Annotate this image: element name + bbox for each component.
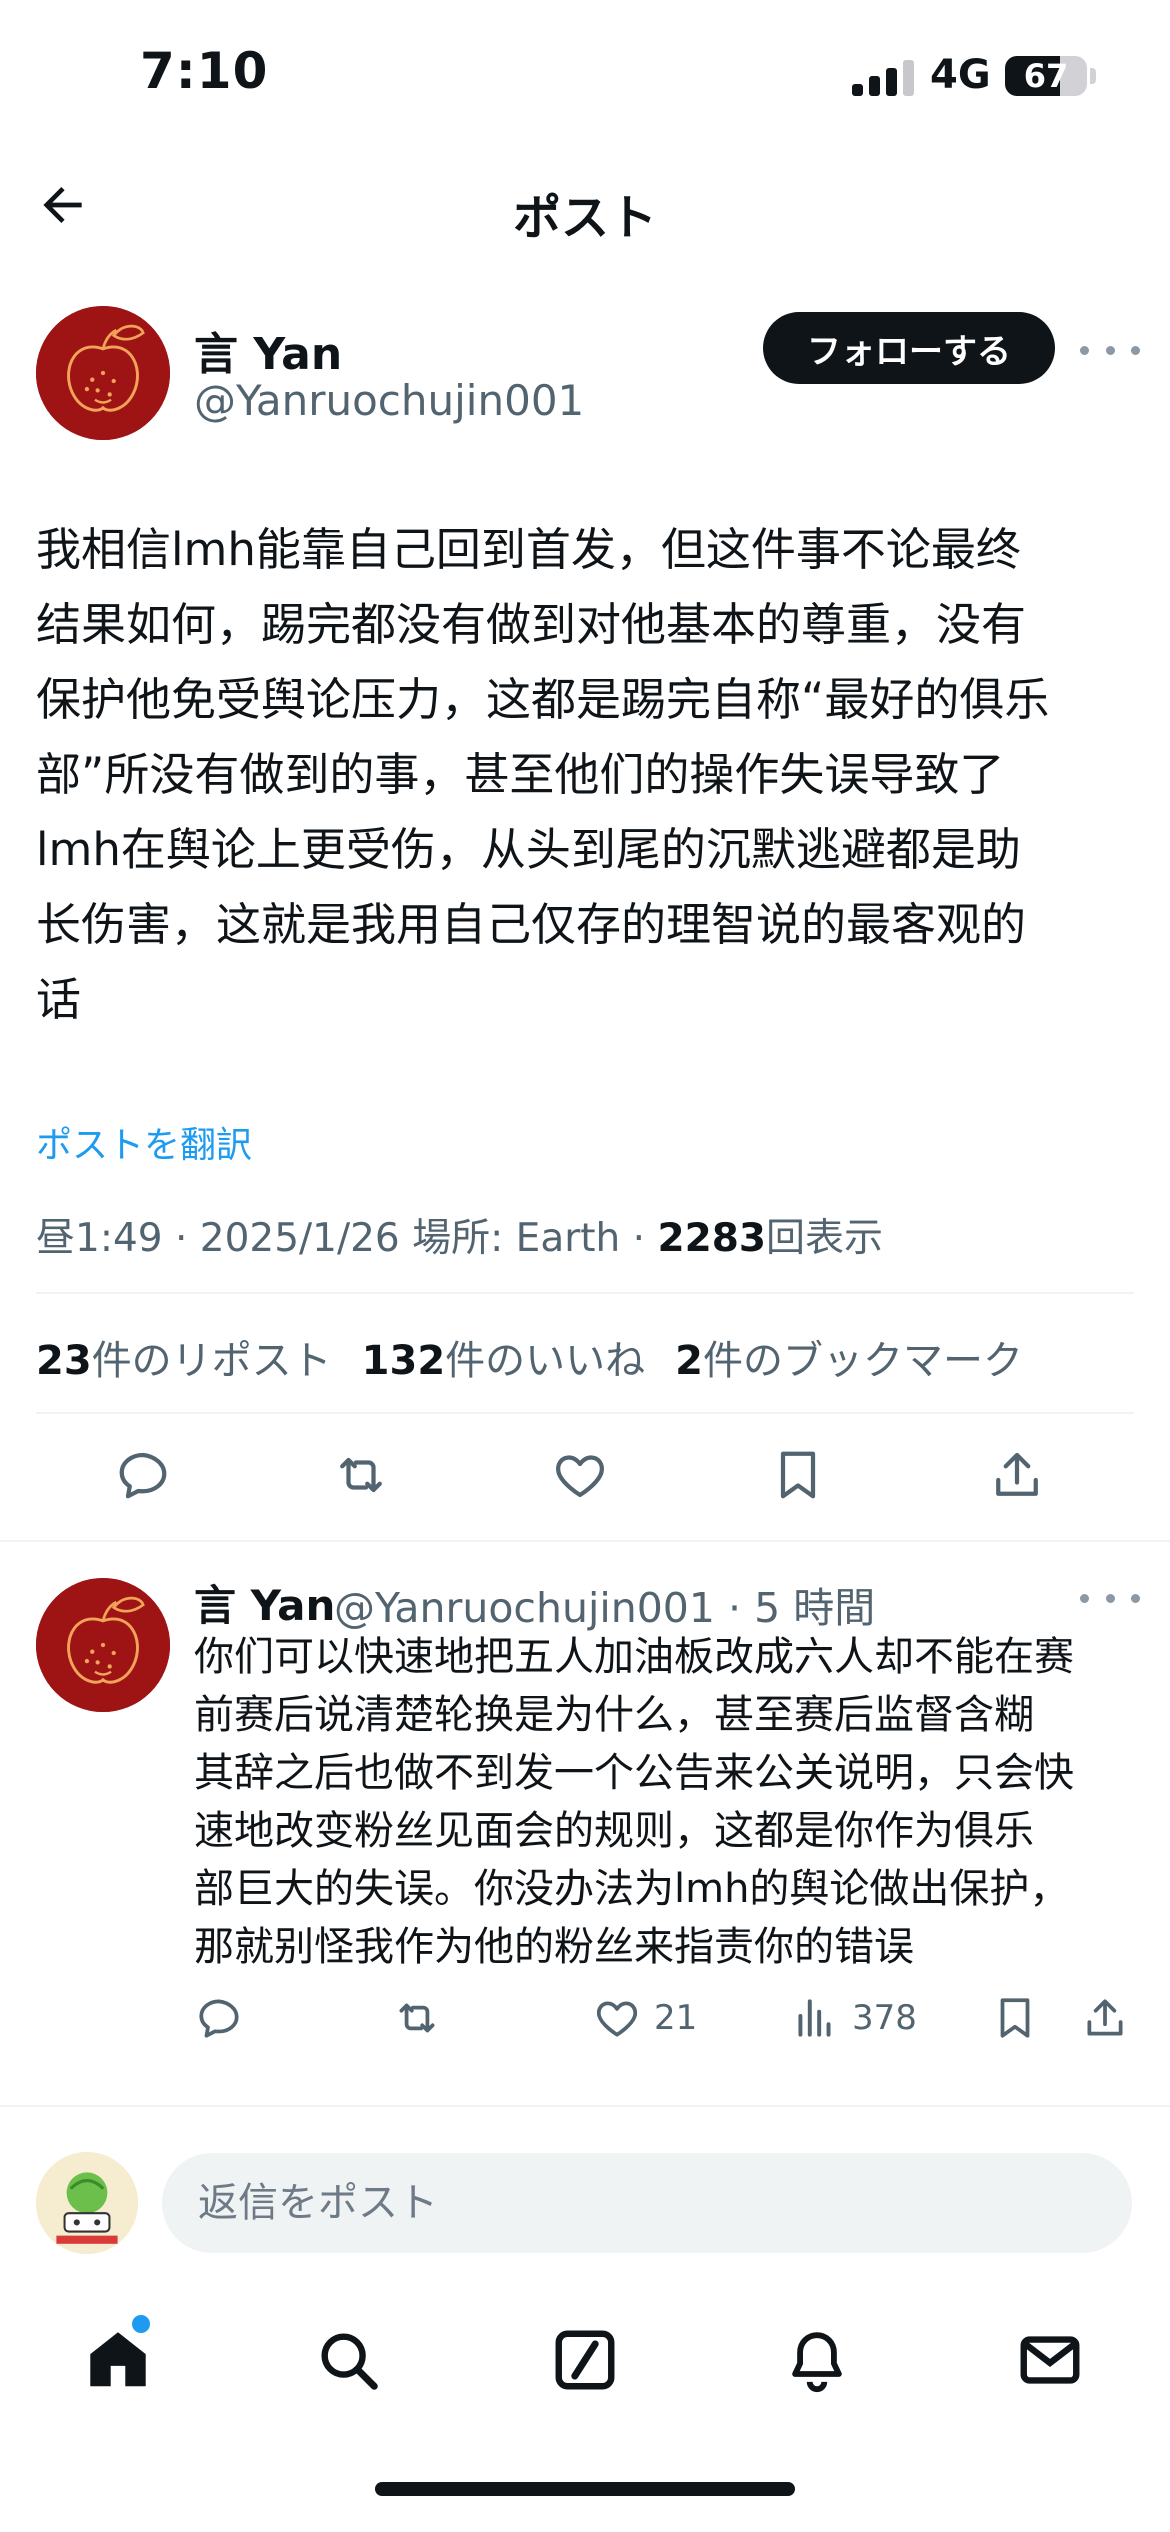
network-type: 4G	[930, 52, 991, 98]
nav-grok[interactable]	[545, 2320, 625, 2400]
bookmark-icon	[780, 1451, 816, 1499]
heart-icon	[556, 1455, 604, 1498]
post-meta: 昼1:49 · 2025/1/26 場所: Earth · 2283回表示	[36, 1207, 883, 1263]
share-button[interactable]	[982, 1440, 1052, 1510]
bookmark-icon	[1000, 1998, 1030, 2038]
more-icon-dot	[1105, 345, 1115, 355]
repost-button[interactable]	[326, 1440, 396, 1510]
reply-button[interactable]	[108, 1440, 178, 1510]
divider	[36, 1292, 1134, 1294]
reply-author-name[interactable]: 言 Yan	[194, 1572, 335, 1633]
post-timestamp-location: 昼1:49 · 2025/1/26 場所: Earth ·	[36, 1216, 658, 1261]
reply-repost-button[interactable]	[392, 1988, 442, 2048]
nav-messages[interactable]	[1010, 2320, 1090, 2400]
more-icon-dot	[1080, 1593, 1089, 1603]
views-label: 回表示	[766, 1216, 884, 1261]
home-icon	[90, 2332, 146, 2387]
reply-view-count: 378	[852, 1998, 917, 2038]
home-notification-dot	[132, 2315, 150, 2333]
home-indicator	[375, 2482, 795, 2496]
cartoon-avatar-icon	[36, 2152, 138, 2254]
nav-notifications[interactable]	[777, 2320, 857, 2400]
bottom-navigation	[0, 2300, 1170, 2420]
bookmarks-stat[interactable]: 2件のブックマーク	[675, 1328, 1023, 1386]
notifications-icon	[792, 2332, 842, 2393]
reply-input[interactable]	[162, 2153, 1132, 2253]
reply-reply-button[interactable]	[194, 1988, 244, 2048]
likes-stat[interactable]: 132件のいいね	[362, 1328, 646, 1386]
current-user-avatar[interactable]	[36, 2152, 138, 2254]
post-text: 我相信lmh能靠自己回到首发，但这件事不论最终 结果如何，踢完都没有做到对他基本…	[36, 523, 1050, 1026]
translate-post-link[interactable]: ポストを翻訳	[36, 1116, 252, 1168]
battery-cap	[1090, 68, 1096, 84]
more-icon-dot	[1131, 345, 1140, 355]
bookmark-button[interactable]	[763, 1440, 833, 1510]
messages-icon	[1020, 2336, 1080, 2384]
analytics-icon	[798, 1999, 831, 2037]
author-name[interactable]: 言 Yan	[194, 318, 342, 382]
reply-action-bar: 21 378	[0, 1988, 1170, 2058]
more-icon-dot	[1080, 345, 1089, 355]
reply-more-button[interactable]	[1080, 1578, 1140, 1618]
share-icon	[1087, 1999, 1123, 2036]
header: ポスト	[0, 150, 1170, 260]
status-time: 7:10	[140, 42, 269, 100]
reply-text: 你们可以快速地把五人加油板改成六人却不能在赛 前赛后说清楚轮换是为什么，甚至赛后…	[194, 1634, 1074, 1970]
cellular-signal-icon	[852, 60, 914, 96]
more-icon-dot	[1131, 1593, 1140, 1603]
post-more-button[interactable]	[1080, 330, 1140, 370]
battery-icon: 67	[1005, 56, 1087, 96]
share-icon	[996, 1452, 1038, 1496]
search-icon	[321, 2333, 378, 2390]
reply-icon	[199, 1999, 239, 2038]
more-icon-dot	[1105, 1593, 1115, 1603]
divider	[0, 2105, 1170, 2107]
follow-button[interactable]: フォローする	[763, 312, 1055, 384]
divider	[36, 1412, 1134, 1414]
apple-avatar-icon	[36, 306, 170, 440]
grok-icon	[555, 2330, 615, 2390]
repost-icon	[399, 2003, 435, 2033]
reposts-stat[interactable]: 23件のリポスト	[36, 1328, 332, 1386]
divider	[0, 1540, 1170, 1542]
reply-like-button[interactable]: 21	[592, 1988, 697, 2048]
post-action-bar	[0, 1440, 1170, 1520]
repost-icon	[340, 1457, 382, 1493]
reply-like-count: 21	[654, 1998, 698, 2038]
like-button[interactable]	[545, 1440, 615, 1510]
reply-share-button[interactable]	[1080, 1988, 1130, 2048]
nav-search[interactable]	[308, 2320, 388, 2400]
reply-icon	[119, 1452, 167, 1499]
views-count: 2283	[657, 1216, 766, 1261]
post-stats: 23件のリポスト 132件のいいね 2件のブックマーク	[36, 1328, 1023, 1386]
reply-bookmark-button[interactable]	[990, 1988, 1040, 2048]
author-handle[interactable]: @Yanruochujin001	[194, 376, 584, 425]
apple-avatar-icon	[36, 1578, 170, 1712]
heart-icon	[596, 2001, 638, 2037]
page-title: ポスト	[512, 190, 657, 246]
status-bar: 7:10 4G 67	[0, 0, 1170, 150]
reply-author-avatar[interactable]	[36, 1578, 170, 1712]
reply-views-button[interactable]: 378	[790, 1988, 917, 2048]
reply-author-handle[interactable]: @Yanruochujin001 · 5 時間	[334, 1574, 875, 1634]
battery-percentage: 67	[1023, 57, 1069, 95]
author-avatar[interactable]	[36, 306, 170, 440]
nav-home[interactable]	[78, 2320, 158, 2400]
